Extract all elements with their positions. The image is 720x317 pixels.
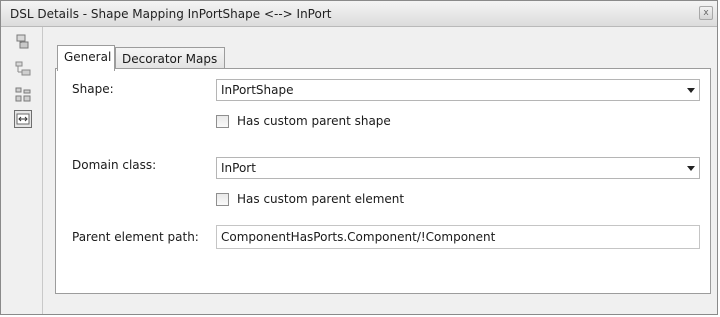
details-content: General Decorator Maps Shape: InPortShap… <box>51 43 713 298</box>
custom-parent-element-checkbox[interactable] <box>216 193 229 206</box>
shape-label: Shape: <box>72 82 114 96</box>
custom-parent-element-label[interactable]: Has custom parent element <box>237 192 404 206</box>
child-elements-button[interactable] <box>14 60 32 78</box>
tab-decorator-maps[interactable]: Decorator Maps <box>115 47 225 69</box>
close-button[interactable]: x <box>699 6 713 20</box>
element-tree-button[interactable] <box>14 33 32 51</box>
shape-value: InPortShape <box>221 83 294 97</box>
custom-parent-shape-checkbox[interactable] <box>216 115 229 128</box>
domain-class-value: InPort <box>221 161 256 175</box>
parent-path-field[interactable]: ComponentHasPorts.Component/!Component <box>216 225 700 249</box>
parent-path-label: Parent element path: <box>72 230 199 244</box>
close-icon: x <box>703 8 709 18</box>
hierarchy-icon <box>15 87 31 102</box>
element-tree-icon <box>16 34 29 49</box>
bottom-edge <box>43 300 717 314</box>
child-elements-icon <box>15 61 31 76</box>
tab-general[interactable]: General <box>57 45 115 71</box>
custom-parent-shape-label[interactable]: Has custom parent shape <box>237 114 391 128</box>
window-title: DSL Details - Shape Mapping InPortShape … <box>10 7 332 21</box>
domain-class-dropdown[interactable]: InPort <box>216 157 700 179</box>
hierarchy-button[interactable] <box>14 86 32 104</box>
left-toolbar <box>1 27 43 314</box>
domain-class-label: Domain class: <box>72 158 157 172</box>
chevron-down-icon <box>687 166 695 171</box>
parent-path-value: ComponentHasPorts.Component/!Component <box>221 230 496 244</box>
general-panel: Shape: InPortShape Has custom parent sha… <box>55 68 711 294</box>
shape-dropdown[interactable]: InPortShape <box>216 79 700 101</box>
title-bar: DSL Details - Shape Mapping InPortShape … <box>1 1 717 27</box>
shape-map-icon <box>16 113 30 125</box>
chevron-down-icon <box>687 88 695 93</box>
shape-map-button[interactable] <box>14 110 32 128</box>
dsl-details-window: DSL Details - Shape Mapping InPortShape … <box>0 0 718 315</box>
